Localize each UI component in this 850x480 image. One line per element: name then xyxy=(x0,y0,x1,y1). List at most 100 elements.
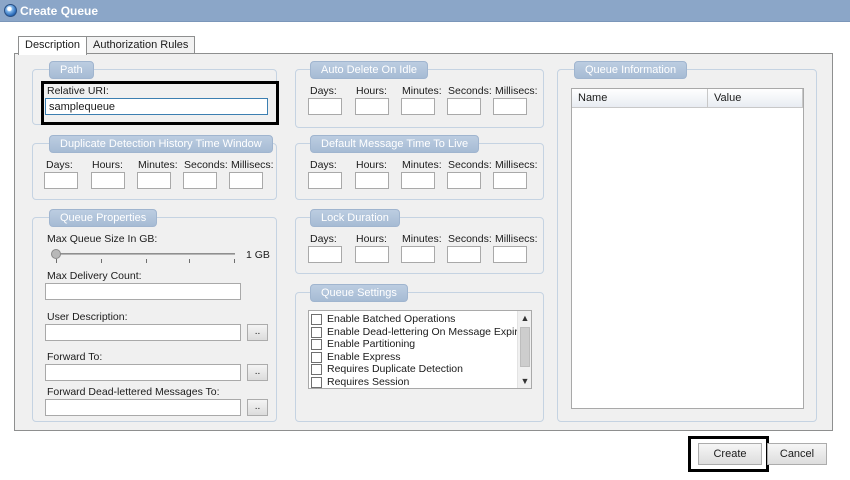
checkbox[interactable] xyxy=(311,338,322,350)
ttl-seconds-label: Seconds: xyxy=(448,159,492,171)
lock-days-input[interactable] xyxy=(308,246,342,263)
lock-millisecs-input[interactable] xyxy=(493,246,527,263)
auto-delete-minutes-label: Minutes: xyxy=(402,85,442,97)
lock-duration-group: Lock Duration Days: Hours: Minutes: Seco… xyxy=(295,209,544,274)
checkbox[interactable] xyxy=(311,313,322,325)
queue-properties-group: Queue Properties Max Queue Size In GB: 1… xyxy=(32,209,277,422)
max-delivery-count-input[interactable] xyxy=(45,283,241,300)
cancel-button[interactable]: Cancel xyxy=(767,443,827,465)
forward-to-input[interactable] xyxy=(45,364,241,381)
setting-label: Enable Partitioning xyxy=(327,338,416,350)
checkbox[interactable] xyxy=(311,326,322,338)
forward-deadletter-label: Forward Dead-lettered Messages To: xyxy=(47,386,220,398)
auto-delete-millisecs-input[interactable] xyxy=(493,98,527,115)
max-delivery-count-label: Max Delivery Count: xyxy=(47,270,142,282)
duplicate-detection-group-title: Duplicate Detection History Time Window xyxy=(49,135,273,153)
auto-delete-minutes-input[interactable] xyxy=(401,98,435,115)
auto-delete-days-input[interactable] xyxy=(308,98,342,115)
lock-minutes-input[interactable] xyxy=(401,246,435,263)
slider-tick xyxy=(189,259,190,263)
default-ttl-group-title: Default Message Time To Live xyxy=(310,135,480,153)
auto-delete-group: Auto Delete On Idle Days: Hours: Minutes… xyxy=(295,61,544,128)
user-description-browse-button[interactable]: .. xyxy=(247,324,268,341)
create-button-highlight xyxy=(688,436,769,472)
grid-column-name[interactable]: Name xyxy=(572,89,708,108)
lock-hours-label: Hours: xyxy=(356,233,387,245)
setting-express[interactable]: Enable Express xyxy=(311,351,401,363)
checkbox[interactable] xyxy=(311,363,322,375)
slider-tick xyxy=(146,259,147,263)
auto-delete-group-title: Auto Delete On Idle xyxy=(310,61,429,79)
queue-settings-scrollbar[interactable]: ▲ ▼ xyxy=(517,311,531,388)
setting-label: Requires Session xyxy=(327,376,410,388)
queue-information-group-title: Queue Information xyxy=(574,61,688,79)
queue-information-group: Queue Information Name Value xyxy=(557,61,817,422)
slider-tick xyxy=(101,259,102,263)
dup-millisecs-input[interactable] xyxy=(229,172,263,189)
lock-hours-input[interactable] xyxy=(355,246,389,263)
grid-header: Name Value xyxy=(572,89,803,108)
auto-delete-hours-label: Hours: xyxy=(356,85,387,97)
auto-delete-hours-input[interactable] xyxy=(355,98,389,115)
scroll-thumb[interactable] xyxy=(520,327,530,367)
description-panel: Path Relative URI: Auto Delete On Idle D… xyxy=(14,53,833,431)
setting-batched-operations[interactable]: Enable Batched Operations xyxy=(311,313,455,325)
tab-strip: Description Authorization Rules xyxy=(18,36,196,55)
max-queue-size-slider-track[interactable] xyxy=(53,253,235,255)
default-ttl-group: Default Message Time To Live Days: Hours… xyxy=(295,135,544,200)
setting-partitioning[interactable]: Enable Partitioning xyxy=(311,338,415,350)
lock-duration-group-title: Lock Duration xyxy=(310,209,400,227)
ttl-days-input[interactable] xyxy=(308,172,342,189)
dup-seconds-label: Seconds: xyxy=(184,159,228,171)
dup-hours-input[interactable] xyxy=(91,172,125,189)
window-title: Create Queue xyxy=(20,4,99,18)
checkbox[interactable] xyxy=(311,351,322,363)
ttl-millisecs-label: Millisecs: xyxy=(495,159,538,171)
max-queue-size-slider-thumb[interactable] xyxy=(51,249,61,259)
auto-delete-seconds-label: Seconds: xyxy=(448,85,492,97)
forward-to-browse-button[interactable]: .. xyxy=(247,364,268,381)
ttl-hours-label: Hours: xyxy=(356,159,387,171)
tab-authorization-rules[interactable]: Authorization Rules xyxy=(86,36,196,54)
grid-column-value[interactable]: Value xyxy=(708,89,803,108)
max-queue-size-label: Max Queue Size In GB: xyxy=(47,233,158,245)
dup-days-input[interactable] xyxy=(44,172,78,189)
setting-requires-session[interactable]: Requires Session xyxy=(311,376,409,388)
title-bar: Create Queue xyxy=(0,0,850,22)
lock-minutes-label: Minutes: xyxy=(402,233,442,245)
setting-label: Enable Batched Operations xyxy=(327,313,456,325)
forward-deadletter-browse-button[interactable]: .. xyxy=(247,399,268,416)
setting-dead-lettering[interactable]: Enable Dead-lettering On Message Expirat… xyxy=(311,326,531,338)
checkbox[interactable] xyxy=(311,376,322,388)
setting-duplicate-detection[interactable]: Requires Duplicate Detection xyxy=(311,363,463,375)
relative-uri-highlight xyxy=(41,81,279,125)
user-description-input[interactable] xyxy=(45,324,241,341)
slider-tick xyxy=(234,259,235,263)
scroll-up-icon[interactable]: ▲ xyxy=(518,311,531,325)
lock-seconds-label: Seconds: xyxy=(448,233,492,245)
lock-millisecs-label: Millisecs: xyxy=(495,233,538,245)
dup-minutes-input[interactable] xyxy=(137,172,171,189)
ttl-hours-input[interactable] xyxy=(355,172,389,189)
queue-settings-group-title: Queue Settings xyxy=(310,284,408,302)
scroll-down-icon[interactable]: ▼ xyxy=(518,374,531,388)
queue-settings-group: Queue Settings Enable Batched Operations… xyxy=(295,284,544,422)
dup-hours-label: Hours: xyxy=(92,159,123,171)
max-queue-size-value: 1 GB xyxy=(246,249,270,261)
ttl-minutes-input[interactable] xyxy=(401,172,435,189)
ttl-millisecs-input[interactable] xyxy=(493,172,527,189)
dup-days-label: Days: xyxy=(46,159,73,171)
dup-seconds-input[interactable] xyxy=(183,172,217,189)
ttl-minutes-label: Minutes: xyxy=(402,159,442,171)
tab-description[interactable]: Description xyxy=(18,36,88,55)
auto-delete-seconds-input[interactable] xyxy=(447,98,481,115)
queue-properties-group-title: Queue Properties xyxy=(49,209,158,227)
queue-settings-list[interactable]: Enable Batched Operations Enable Dead-le… xyxy=(308,310,532,389)
forward-deadletter-input[interactable] xyxy=(45,399,241,416)
slider-tick xyxy=(56,259,57,263)
auto-delete-days-label: Days: xyxy=(310,85,337,97)
queue-information-grid[interactable]: Name Value xyxy=(571,88,804,409)
dup-minutes-label: Minutes: xyxy=(138,159,178,171)
ttl-seconds-input[interactable] xyxy=(447,172,481,189)
lock-seconds-input[interactable] xyxy=(447,246,481,263)
